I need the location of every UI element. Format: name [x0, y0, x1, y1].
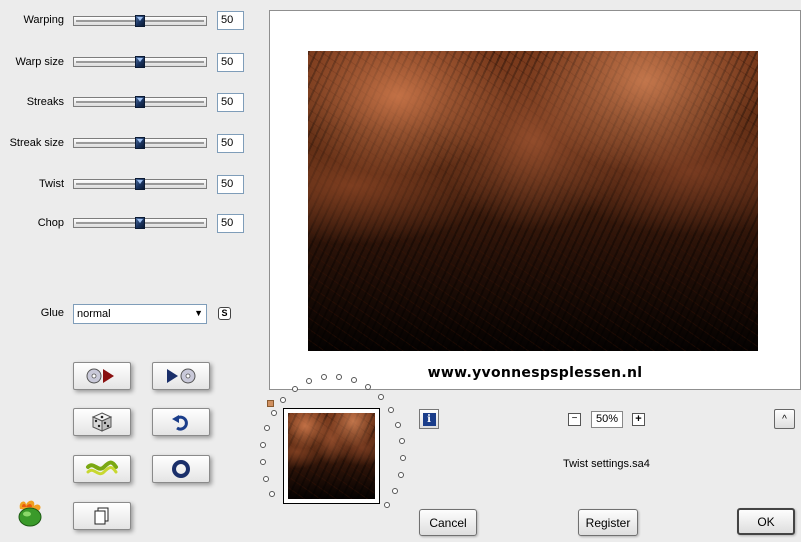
navigator-dot: [260, 442, 266, 448]
navigator-dot: [399, 438, 405, 444]
navigator-dot: [384, 502, 390, 508]
ok-label: OK: [757, 514, 775, 529]
ok-button[interactable]: OK: [737, 508, 795, 535]
app-logo-icon: [18, 500, 42, 527]
slider-thumb[interactable]: [135, 96, 145, 108]
slider-label: Twist: [38, 178, 64, 190]
slider-value-input[interactable]: 50: [217, 175, 244, 194]
navigator-dot: [271, 410, 277, 416]
navigator-dot: [306, 378, 312, 384]
zoom-level-value: 50%: [595, 413, 619, 425]
navigator-dot: [269, 491, 275, 497]
undo-icon: [172, 415, 188, 431]
slider-value-input[interactable]: 50: [217, 11, 244, 30]
slider-track[interactable]: [73, 217, 207, 229]
info-button[interactable]: i: [419, 409, 439, 429]
arrow-disc-icon: [167, 368, 196, 384]
slider-label: Chop: [37, 217, 64, 229]
slider-label: Warp size: [15, 56, 65, 68]
slider-thumb[interactable]: [135, 15, 145, 27]
slider-label: Streak size: [9, 137, 64, 149]
navigator-dot: [264, 425, 270, 431]
reset-button[interactable]: [152, 408, 210, 436]
wave-button[interactable]: [73, 455, 131, 483]
slider-value-input[interactable]: 50: [217, 53, 244, 72]
preview-image: [308, 51, 758, 351]
register-label: Register: [585, 515, 631, 530]
slider-track[interactable]: [73, 15, 207, 27]
slider-label: Streaks: [26, 96, 64, 108]
wave-icon: [86, 460, 118, 476]
navigator-dot: [321, 374, 327, 380]
navigator-dot: [400, 455, 406, 461]
slider-label: Warping: [23, 14, 64, 26]
navigator-dot: [263, 476, 269, 482]
navigator-dot: [292, 386, 298, 392]
navigator-thumbnail: [288, 413, 375, 499]
navigator-dot: [398, 472, 404, 478]
dice-icon: [91, 412, 113, 432]
navigator-dot: [351, 377, 357, 383]
slider-value-input[interactable]: 50: [217, 214, 244, 233]
glue-label: Glue: [40, 307, 64, 319]
preview-watermark: www.yvonnespsplessen.nl: [427, 365, 643, 381]
zoom-in-button[interactable]: +: [632, 413, 645, 426]
chevron-up-icon: ^: [782, 414, 787, 425]
navigator-dot: [378, 394, 384, 400]
navigator-dot: [395, 422, 401, 428]
slider-track[interactable]: [73, 56, 207, 68]
navigator-dot: [260, 459, 266, 465]
navigator-dot: [388, 407, 394, 413]
cancel-label: Cancel: [429, 515, 467, 530]
zoom-level: 50%: [591, 411, 623, 428]
navigator-dot: [365, 384, 371, 390]
register-button[interactable]: Register: [578, 509, 638, 536]
copy-button[interactable]: [73, 502, 131, 530]
slider-thumb[interactable]: [135, 137, 145, 149]
chevron-down-icon: ▼: [194, 308, 203, 318]
slider-track[interactable]: [73, 137, 207, 149]
glue-select[interactable]: normal ▼: [73, 304, 207, 324]
copy-pages-icon: [94, 507, 109, 525]
save-preset-button[interactable]: [152, 362, 210, 390]
navigator-marker: [267, 400, 274, 407]
cancel-button[interactable]: Cancel: [419, 509, 477, 536]
slider-track[interactable]: [73, 178, 207, 190]
slider-thumb[interactable]: [135, 178, 145, 190]
collapse-button[interactable]: ^: [774, 409, 795, 429]
minus-icon: −: [571, 413, 578, 424]
navigator-dot: [392, 488, 398, 494]
load-preset-button[interactable]: [73, 362, 131, 390]
preview-panel[interactable]: www.yvonnespsplessen.nl: [269, 10, 801, 390]
slider-thumb[interactable]: [135, 56, 145, 68]
settings-file-name: Twist settings.sa4: [563, 458, 650, 470]
randomize-button[interactable]: [73, 408, 131, 436]
disc-arrow-icon: [86, 368, 114, 384]
navigator-dot: [336, 374, 342, 380]
slider-value-input[interactable]: 50: [217, 134, 244, 153]
slider-track[interactable]: [73, 96, 207, 108]
glue-s-label: S: [221, 308, 228, 318]
zoom-out-button[interactable]: −: [568, 413, 581, 426]
slider-thumb[interactable]: [135, 217, 145, 229]
plus-icon: +: [635, 413, 642, 425]
glue-selected-value: normal: [77, 308, 111, 320]
info-icon: i: [422, 412, 436, 426]
glue-s-button[interactable]: S: [218, 307, 231, 320]
ring-icon: [172, 460, 190, 478]
ring-button[interactable]: [152, 455, 210, 483]
slider-value-input[interactable]: 50: [217, 93, 244, 112]
navigator-dot: [280, 397, 286, 403]
navigator-thumbnail-frame[interactable]: [283, 408, 380, 504]
